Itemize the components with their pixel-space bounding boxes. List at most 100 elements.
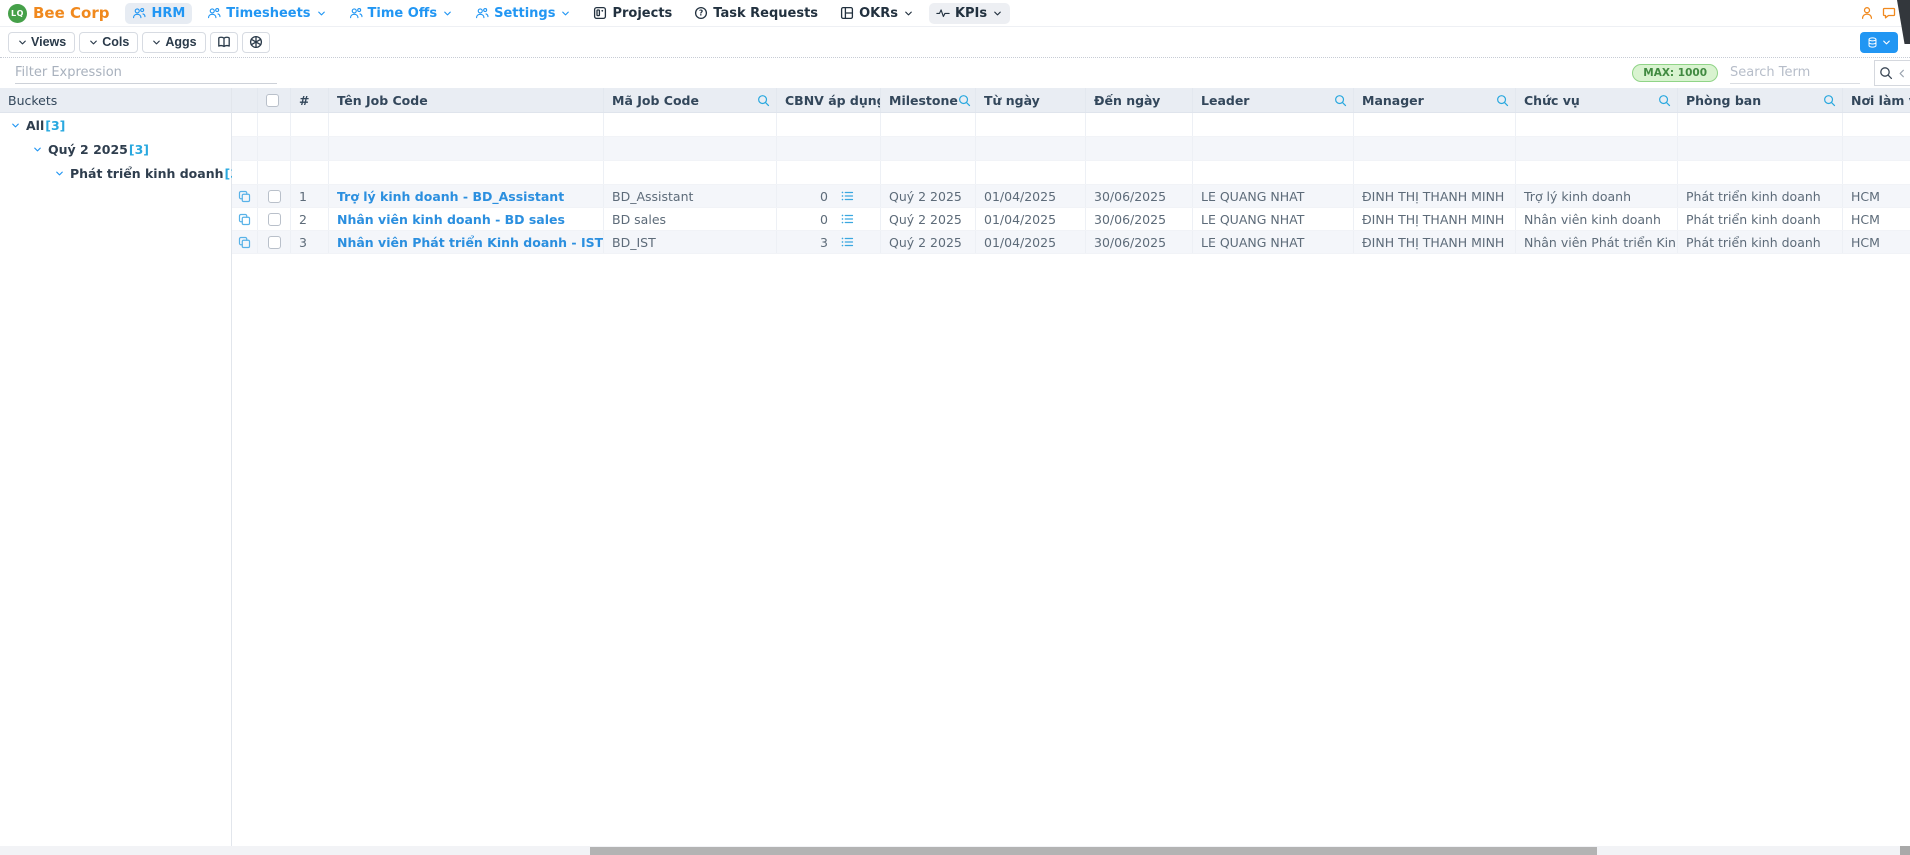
empty-cell bbox=[1516, 113, 1678, 136]
header-cell-milestone[interactable]: Milestone bbox=[881, 88, 976, 112]
cell-code: BD_IST bbox=[604, 231, 777, 253]
column-search-icon[interactable] bbox=[1823, 94, 1836, 107]
nav-item-timesheets[interactable]: Timesheets bbox=[200, 3, 333, 24]
tree-item-label: Quý 2 2025 bbox=[48, 142, 128, 157]
table-row[interactable]: 1Trợ lý kinh doanh - BD_AssistantBD_Assi… bbox=[232, 185, 1910, 208]
empty-cell bbox=[881, 161, 976, 184]
cell-to: 30/06/2025 bbox=[1086, 208, 1193, 230]
database-icon bbox=[1867, 37, 1878, 48]
header-cell-leader[interactable]: Leader bbox=[1193, 88, 1354, 112]
cell-leader: LE QUANG NHAT bbox=[1193, 208, 1354, 230]
chat-icon[interactable] bbox=[1882, 6, 1896, 20]
horizontal-scrollbar[interactable] bbox=[0, 846, 1900, 855]
tree-item-all[interactable]: All[3] bbox=[0, 113, 231, 137]
header-label: Nơi làm việc bbox=[1851, 93, 1910, 108]
select-all-checkbox[interactable] bbox=[266, 94, 279, 107]
job-code-link[interactable]: Nhân viên kinh doanh - BD sales bbox=[337, 212, 565, 227]
gear-button[interactable] bbox=[242, 32, 270, 53]
chevron-down-icon[interactable] bbox=[10, 120, 21, 131]
empty-cell bbox=[604, 161, 777, 184]
list-detail-icon[interactable] bbox=[841, 236, 854, 248]
empty-cell bbox=[1354, 137, 1516, 160]
job-code-link[interactable]: Nhân viên Phát triển Kinh doanh - IST bbox=[337, 235, 603, 250]
empty-cell bbox=[1843, 137, 1910, 160]
nav-item-hrm[interactable]: HRM bbox=[125, 3, 192, 24]
header-cell-m-job-code[interactable]: Mã Job Code bbox=[604, 88, 777, 112]
column-search-icon[interactable] bbox=[1496, 94, 1509, 107]
cell-role: Trợ lý kinh doanh bbox=[1516, 185, 1678, 207]
buckets-sidebar: Buckets All[3]Quý 2 2025[3]Phát triển ki… bbox=[0, 88, 232, 846]
search-button[interactable] bbox=[1874, 60, 1910, 86]
bucket-group-row bbox=[232, 137, 1910, 161]
header-label: Đến ngày bbox=[1094, 93, 1160, 108]
copy-row-icon[interactable] bbox=[238, 213, 251, 226]
list-detail-icon[interactable] bbox=[841, 213, 854, 225]
tree-item-qu-2-2025[interactable]: Quý 2 2025[3] bbox=[0, 137, 231, 161]
header-cell-n-ng-y[interactable]: Đến ngày bbox=[1086, 88, 1193, 112]
header-cell-n-i-l-m-vi-c[interactable]: Nơi làm việc bbox=[1843, 88, 1910, 112]
nav-item-projects[interactable]: Projects bbox=[586, 3, 679, 24]
chevron-down-icon[interactable] bbox=[32, 144, 43, 155]
cell-from: 01/04/2025 bbox=[976, 231, 1086, 253]
nav-item-task-requests[interactable]: ?Task Requests bbox=[687, 3, 825, 24]
filter-expression-input[interactable] bbox=[15, 62, 277, 84]
nav-item-settings[interactable]: Settings bbox=[468, 3, 578, 24]
column-search-icon[interactable] bbox=[1334, 94, 1347, 107]
empty-cell bbox=[291, 137, 329, 160]
cell-milestone: Quý 2 2025 bbox=[881, 185, 976, 207]
column-search-icon[interactable] bbox=[757, 94, 770, 107]
nav-item-kpis[interactable]: KPIs bbox=[929, 3, 1010, 24]
header-cell-t-ng-y[interactable]: Từ ngày bbox=[976, 88, 1086, 112]
empty-cell bbox=[1354, 161, 1516, 184]
empty-cell bbox=[232, 161, 258, 184]
brand[interactable]: LQ Bee Corp bbox=[8, 4, 109, 23]
data-source-button[interactable] bbox=[1860, 32, 1898, 53]
cell-num: 3 bbox=[291, 231, 329, 253]
aggs-button[interactable]: Aggs bbox=[142, 32, 205, 53]
search-term-input[interactable] bbox=[1730, 62, 1860, 84]
nav-item-time-offs[interactable]: Time Offs bbox=[342, 3, 461, 24]
header-cell-ch-c-v[interactable]: Chức vụ bbox=[1516, 88, 1678, 112]
chevron-down-icon bbox=[1881, 37, 1892, 48]
people-icon bbox=[207, 6, 221, 20]
horizontal-scrollbar-thumb[interactable] bbox=[590, 847, 1597, 855]
cell-check bbox=[258, 208, 291, 230]
row-checkbox[interactable] bbox=[268, 236, 281, 249]
header-cell-[interactable]: # bbox=[291, 88, 329, 112]
header-cell-cbnv-p-d-ng[interactable]: CBNV áp dụng bbox=[777, 88, 881, 112]
chevron-down-icon bbox=[442, 8, 453, 19]
empty-cell bbox=[1843, 113, 1910, 136]
job-code-link[interactable]: Trợ lý kinh doanh - BD_Assistant bbox=[337, 189, 564, 204]
tree-item-ph-t-tri-n-kinh-doanh[interactable]: Phát triển kinh doanh[3] bbox=[0, 161, 231, 185]
table-row[interactable]: 2Nhân viên kinh doanh - BD salesBD sales… bbox=[232, 208, 1910, 231]
empty-cell bbox=[777, 137, 881, 160]
views-button[interactable]: Views bbox=[8, 32, 75, 53]
svg-text:?: ? bbox=[699, 9, 703, 18]
cell-name: Nhân viên kinh doanh - BD sales bbox=[329, 208, 604, 230]
row-checkbox[interactable] bbox=[268, 190, 281, 203]
copy-row-icon[interactable] bbox=[238, 190, 251, 203]
header-label: Mã Job Code bbox=[612, 93, 699, 108]
list-detail-icon[interactable] bbox=[841, 190, 854, 202]
header-cell-check[interactable] bbox=[258, 88, 291, 112]
header-cell-t-n-job-code[interactable]: Tên Job Code bbox=[329, 88, 604, 112]
book-button[interactable] bbox=[210, 32, 238, 53]
copy-row-icon[interactable] bbox=[238, 236, 251, 249]
header-cell-manager[interactable]: Manager bbox=[1354, 88, 1516, 112]
empty-cell bbox=[1516, 137, 1678, 160]
cell-dept: Phát triển kinh doanh bbox=[1678, 208, 1843, 230]
nav-right-icons bbox=[1860, 6, 1896, 20]
cell-num: 2 bbox=[291, 208, 329, 230]
nav-item-okrs[interactable]: OKRs bbox=[833, 3, 921, 24]
user-icon[interactable] bbox=[1860, 6, 1874, 20]
row-checkbox[interactable] bbox=[268, 213, 281, 226]
table-row[interactable]: 3 Nhân viên Phát triển Kinh doanh - ISTBD… bbox=[232, 231, 1910, 254]
column-search-icon[interactable] bbox=[958, 94, 971, 107]
header-cell-ph-ng-ban[interactable]: Phòng ban bbox=[1678, 88, 1843, 112]
empty-cell bbox=[329, 137, 604, 160]
column-search-icon[interactable] bbox=[1658, 94, 1671, 107]
cols-button[interactable]: Cols bbox=[79, 32, 138, 53]
nav-item-label: Time Offs bbox=[368, 6, 438, 21]
chevron-down-icon[interactable] bbox=[54, 168, 65, 179]
header-label: Leader bbox=[1201, 93, 1249, 108]
